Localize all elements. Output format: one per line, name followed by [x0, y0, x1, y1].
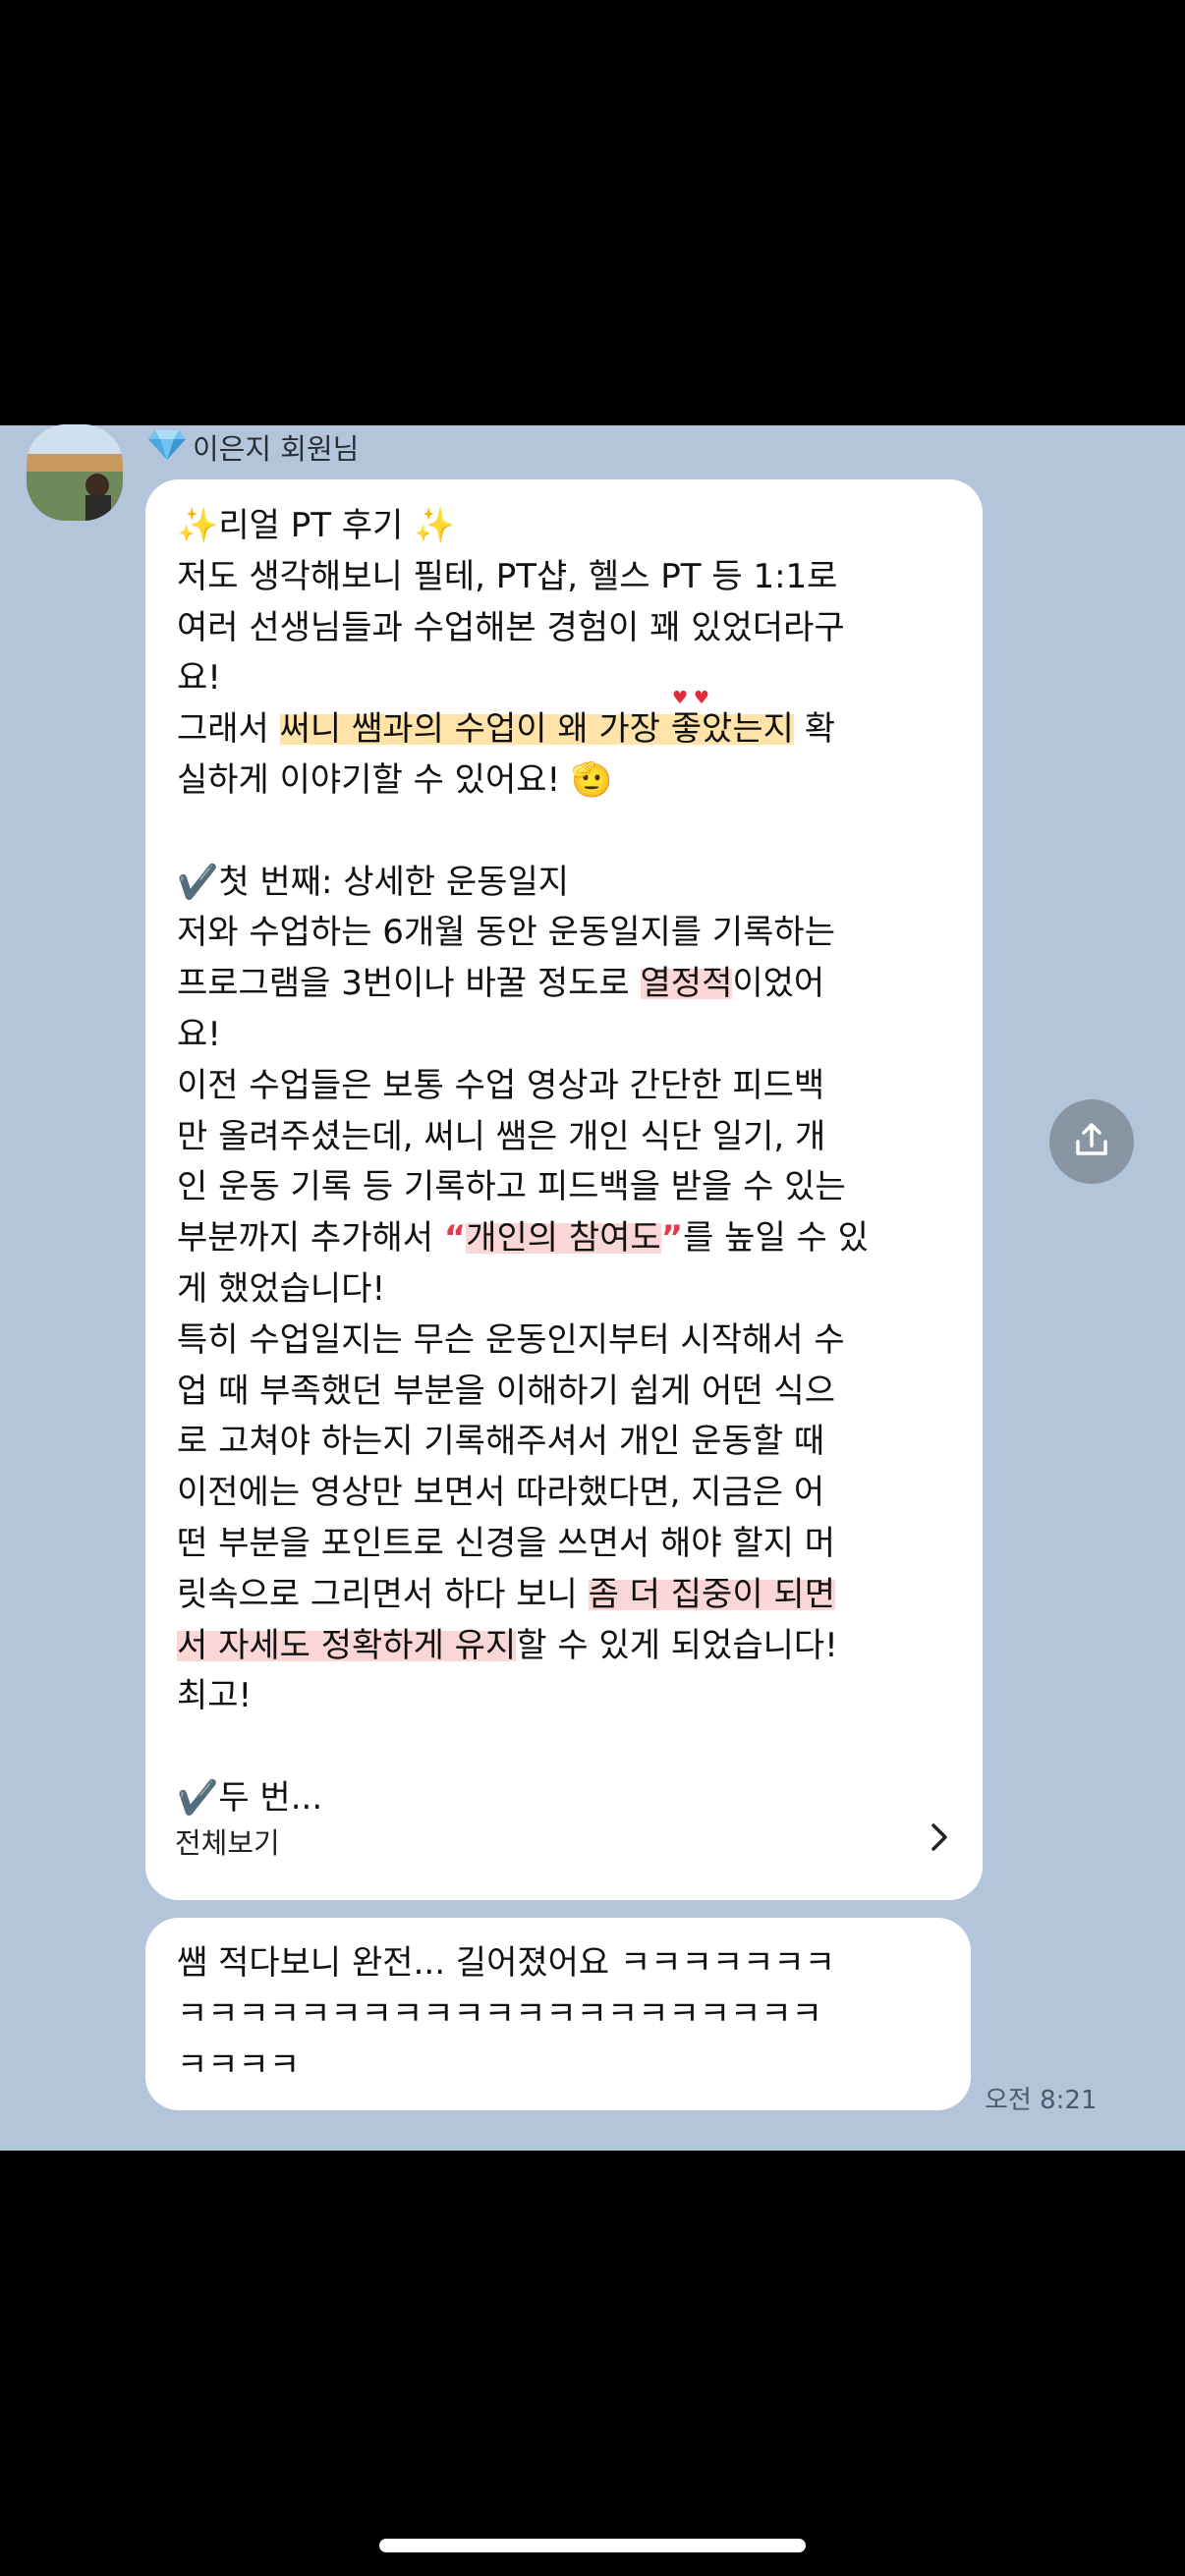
message-text-segment: 이전에는 영상만 보면서 따라했다면, 지금은 어 — [177, 1473, 825, 1513]
message-text-segment: 저와 수업하는 6개월 동안 운동일지를 기록하는 — [177, 913, 835, 953]
message-bubble-followup[interactable]: 쌤 적다보니 완전... 길어졌어요 ㅋㅋㅋㅋㅋㅋㅋ ㅋㅋㅋㅋㅋㅋㅋㅋㅋㅋㅋㅋㅋㅋ… — [145, 1918, 971, 2110]
message-text-segment: 실하게 이야기할 수 있어요! 🫡 — [177, 759, 613, 800]
message-line: 그래서 써니 쌤과의 수업이 왜 가장 좋았는지 확 — [177, 704, 963, 756]
timestamp: 오전 8:21 — [985, 2086, 1098, 2115]
message-text-segment: 최고! — [177, 1676, 253, 1716]
message-line: 로 고쳐야 하는지 기록해주셔서 개인 운동할 때 — [177, 1417, 963, 1468]
message-line: 이전 수업들은 보통 수업 영상과 간단한 피드백 — [177, 1061, 963, 1112]
message-line: 특히 수업일지는 무슨 운동인지부터 시작해서 수 — [177, 1316, 963, 1367]
message-text-segment: 확 — [793, 709, 835, 750]
message-text-segment: ✨리얼 PT 후기 ✨ — [177, 506, 456, 545]
message-bubble-review[interactable]: ✨리얼 PT 후기 ✨ 저도 생각해보니 필테, PT샵, 헬스 PT 등 1:1… — [145, 479, 983, 1900]
message-text-segment: 프로그램을 3번이나 바꿀 정도로 — [177, 964, 641, 1004]
highlighted-text: 서 자세도 정확하게 유지 — [177, 1625, 517, 1665]
message-text-segment: 여러 선생님들과 수업해본 경험이 꽤 있었더라구 — [177, 607, 845, 647]
message-line: 릿속으로 그리면서 하다 보니 좀 더 집중이 되면 — [177, 1570, 963, 1621]
message-text-segment: 그래서 — [177, 709, 280, 750]
message-line: ✔️첫 번째: 상세한 운동일지 — [177, 858, 963, 909]
message-text-segment: 게 했었습니다! — [177, 1268, 386, 1309]
see-all-link[interactable]: 전체보기 — [175, 1820, 280, 1862]
highlighted-text: 개인의 참여도 — [466, 1218, 661, 1259]
message-line: ✨리얼 PT 후기 ✨ — [177, 501, 963, 552]
message-line: 실하게 이야기할 수 있어요! 🫡 — [177, 756, 963, 807]
message-line: ㅋㅋㅋㅋ — [177, 2044, 301, 2085]
message-line: ㅋㅋㅋㅋㅋㅋㅋㅋㅋㅋㅋㅋㅋㅋㅋㅋㅋㅋㅋㅋㅋ — [177, 1993, 822, 2034]
sender-name: 이은지 회원님 — [193, 432, 360, 466]
message-line: 이전에는 영상만 보면서 따라했다면, 지금은 어 — [177, 1468, 963, 1519]
message-line: 최고! — [177, 1671, 963, 1722]
message-text-segment: 이었어 — [732, 964, 825, 1004]
sender-label: 이은지 회원님 — [147, 425, 359, 469]
message-line: 게 했었습니다! — [177, 1264, 963, 1316]
message-text-segment: 특히 수업일지는 무슨 운동인지부터 시작해서 수 — [177, 1319, 845, 1360]
message-line: 인 운동 기록 등 기록하고 피드백을 받을 수 있는 — [177, 1162, 963, 1213]
message-line: 업 때 부족했던 부분을 이해하기 쉽게 어떤 식으 — [177, 1367, 963, 1418]
message-text-segment: 부분까지 추가해서 — [177, 1218, 444, 1259]
message-line: 서 자세도 정확하게 유지할 수 있게 되었습니다! — [177, 1621, 963, 1672]
home-indicator[interactable] — [379, 2539, 806, 2552]
message-text-segment: 를 높일 수 있 — [683, 1218, 869, 1259]
message-line: 프로그램을 3번이나 바꿀 정도로 열정적이었어 — [177, 959, 963, 1010]
message-line: 요! — [177, 653, 963, 704]
message-line: 쌤 적다보니 완전... 길어졌어요 ㅋㅋㅋㅋㅋㅋㅋ — [177, 1943, 835, 1983]
message-text: ✨리얼 PT 후기 ✨ 저도 생각해보니 필테, PT샵, 헬스 PT 등 1:1… — [177, 501, 963, 1824]
share-button[interactable] — [1049, 1099, 1134, 1184]
highlighted-text: 열정적 — [640, 964, 733, 1004]
message-line: 떤 부분을 포인트로 신경을 쓰면서 해야 할지 머 — [177, 1519, 963, 1570]
message-text-segment: 요! — [177, 1014, 221, 1054]
message-text-segment: ✔️첫 번째: 상세한 운동일지 — [177, 862, 570, 902]
message-text: 쌤 적다보니 완전... 길어졌어요 ㅋㅋㅋㅋㅋㅋㅋ ㅋㅋㅋㅋㅋㅋㅋㅋㅋㅋㅋㅋㅋㅋ… — [177, 1937, 953, 2090]
message-text-segment: 이전 수업들은 보통 수업 영상과 간단한 피드백 — [177, 1065, 825, 1105]
message-line: ✔️두 번... — [177, 1773, 963, 1824]
message-line: 요! — [177, 1010, 963, 1061]
message-line: 저와 수업하는 6개월 동안 운동일지를 기록하는 — [177, 908, 963, 959]
message-text-segment: 저도 생각해보니 필테, PT샵, 헬스 PT 등 1:1로 — [177, 556, 838, 596]
highlighted-text: 써니 쌤과의 수업이 왜 가장 좋았는지 — [279, 709, 794, 750]
message-line: 부분까지 추가해서 “개인의 참여도”를 높일 수 있 — [177, 1213, 963, 1264]
message-line — [177, 807, 963, 858]
quote-mark: ” — [660, 1218, 684, 1259]
quote-mark: “ — [443, 1218, 467, 1259]
message-text-segment: 떤 부분을 포인트로 신경을 쓰면서 해야 할지 머 — [177, 1523, 835, 1563]
share-icon — [1070, 1118, 1113, 1165]
message-text-segment: 만 올려주셨는데, 써니 쌤은 개인 식단 일기, 개 — [177, 1116, 826, 1156]
message-line — [177, 1722, 963, 1773]
message-text-segment: 할 수 있게 되었습니다! — [516, 1625, 838, 1665]
message-text-segment: 로 고쳐야 하는지 기록해주셔서 개인 운동할 때 — [177, 1422, 825, 1462]
message-text-segment: 업 때 부족했던 부분을 이해하기 쉽게 어떤 식으 — [177, 1371, 835, 1411]
message-text-segment: 요! — [177, 658, 221, 699]
message-text-segment: ✔️두 번... — [177, 1777, 323, 1818]
avatar[interactable] — [27, 424, 123, 521]
message-line: 만 올려주셨는데, 써니 쌤은 개인 식단 일기, 개 — [177, 1112, 963, 1163]
hearts-decoration: ♥ ♥ — [672, 688, 709, 708]
message-line: 여러 선생님들과 수업해본 경험이 꽤 있었더라구 — [177, 603, 963, 654]
message-text-segment: 인 운동 기록 등 기록하고 피드백을 받을 수 있는 — [177, 1167, 846, 1207]
message-line: 저도 생각해보니 필테, PT샵, 헬스 PT 등 1:1로 — [177, 552, 963, 603]
message-text-segment: 릿속으로 그리면서 하다 보니 — [177, 1574, 589, 1614]
gem-icon — [147, 426, 187, 469]
chevron-right-icon[interactable] — [926, 1818, 953, 1857]
highlighted-text: 좀 더 집중이 되면 — [588, 1574, 835, 1614]
